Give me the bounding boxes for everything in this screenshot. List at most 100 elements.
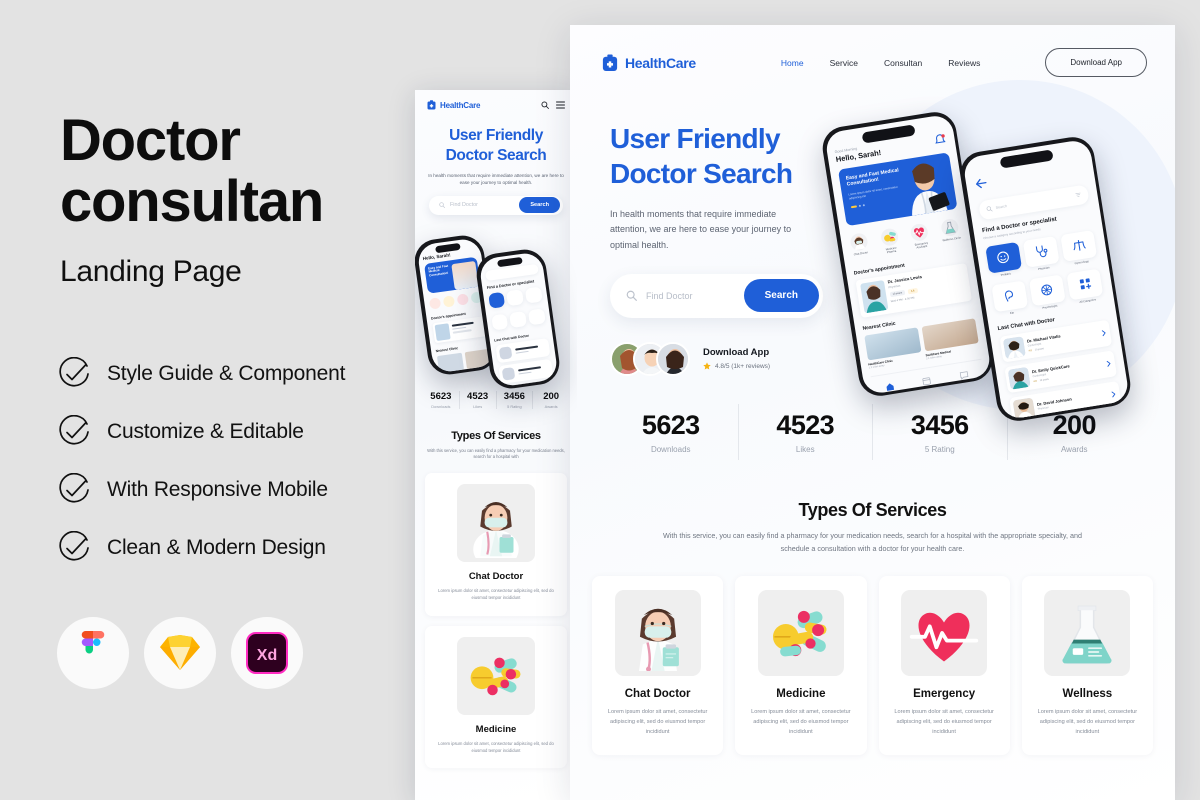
- service-title: Medicine: [776, 687, 826, 700]
- promo-title: Doctor consultan: [60, 110, 390, 233]
- navbar: HealthCare Home Service Consultan Review…: [570, 25, 1175, 77]
- back-arrow-icon[interactable]: [974, 177, 988, 190]
- phone-category-row: Chat Doctor Medicine Pharma Emergency As…: [848, 217, 963, 260]
- mobile-stat-value: 3456: [503, 390, 525, 402]
- service-card-chat-doctor[interactable]: Chat Doctor Lorem ipsum dolor sit amet, …: [592, 575, 724, 755]
- phone-search-input[interactable]: Search: [995, 193, 1075, 210]
- service-card-emergency[interactable]: Emergency Lorem ipsum dolor sit amet, co…: [878, 575, 1010, 755]
- feature-item: Clean & Modern Design: [57, 519, 417, 577]
- hamburger-menu-icon[interactable]: [556, 101, 565, 109]
- search-icon[interactable]: [541, 101, 549, 109]
- feature-label: Customize & Editable: [107, 420, 304, 443]
- mobile-stat-item: 5623 Downloads: [423, 390, 460, 409]
- mobile-mockup: HealthCare User Friendly Doctor Search I…: [415, 90, 577, 800]
- avatar: [656, 341, 690, 376]
- notification-bell-icon[interactable]: [932, 133, 947, 148]
- mobile-service-card[interactable]: Medicine Lorem ipsum dolor sit amet, con…: [425, 625, 567, 768]
- phone-category-item[interactable]: Chat Doctor: [848, 231, 872, 260]
- mobile-stat-label: 5 Rating: [507, 403, 522, 409]
- phone-category-item[interactable]: Wellness Circle: [939, 217, 963, 246]
- mobile-stat-item: 3456 5 Rating: [497, 390, 534, 409]
- phone-doctor-rating: 4.8: [1028, 348, 1033, 353]
- mobile-service-title: Chat Doctor: [468, 571, 524, 583]
- phone-promo-banner[interactable]: Easy and Fast Medical Consultation! Lore…: [837, 151, 957, 226]
- mobile-service-card[interactable]: Chat Doctor Lorem ipsum dolor sit amet, …: [425, 473, 567, 616]
- hero-search-bar[interactable]: Find Doctor Search: [610, 273, 823, 318]
- feature-label: Clean & Modern Design: [107, 536, 326, 559]
- tool-badge-sketch: [144, 617, 216, 689]
- doctor-illustration: [614, 589, 701, 676]
- stat-item-likes: 4523 Likes: [739, 403, 873, 460]
- brand-name: HealthCare: [625, 54, 696, 71]
- feature-item: Style Guide & Component: [57, 345, 417, 403]
- service-description: Lorem ipsum dolor sit amet, consectetur …: [894, 708, 994, 735]
- mobile-hero-phone-images: Hello, Sarah! Easy and Fast Medical Cons…: [415, 223, 577, 391]
- lab-flask-illustration: [1044, 589, 1131, 676]
- check-circle-icon: [57, 356, 91, 391]
- mobile-search-input[interactable]: Find Doctor: [450, 202, 519, 208]
- search-button[interactable]: Search: [743, 279, 819, 313]
- pills-illustration: [757, 589, 844, 676]
- download-app-title: Download App: [703, 347, 770, 359]
- promo-subtitle: Landing Page: [60, 254, 242, 288]
- mobile-search-bar[interactable]: Find Doctor Search: [429, 195, 563, 215]
- rating-text: 4.8/5 (1k+ reviews): [715, 362, 771, 370]
- phone-clinic-card[interactable]: HealthCare Clinic 1.2 miles away: [863, 326, 923, 369]
- stat-label: Downloads: [650, 444, 691, 454]
- nav-item-consultan[interactable]: Consultan: [884, 58, 922, 68]
- feature-list: Style Guide & Component Customize & Edit…: [57, 345, 417, 577]
- nav-item-home[interactable]: Home: [781, 58, 804, 68]
- phone-specialist-item[interactable]: Pediatric: [984, 241, 1023, 278]
- phone-tab-home[interactable]: Home: [884, 377, 896, 395]
- mobile-service-title: Medicine: [475, 723, 517, 735]
- heart-pulse-illustration: [901, 589, 988, 676]
- search-icon: [439, 202, 445, 209]
- nav-item-reviews[interactable]: Reviews: [948, 58, 980, 68]
- phone-category-label: Medicine Pharma: [885, 246, 897, 255]
- phone-specialist-item[interactable]: Physician: [1022, 235, 1061, 272]
- service-title: Wellness: [1062, 687, 1113, 700]
- search-input[interactable]: Find Doctor: [646, 291, 744, 301]
- mobile-brand[interactable]: HealthCare: [427, 100, 480, 110]
- brand-logo[interactable]: HealthCare: [602, 54, 696, 72]
- phone-tab-schedule[interactable]: Schedule: [920, 371, 933, 394]
- stat-value: 3456: [910, 409, 969, 440]
- mobile-brand-name: HealthCare: [440, 100, 481, 110]
- filter-icon[interactable]: [1074, 191, 1081, 198]
- phone-specialist-item[interactable]: Psychologist: [1028, 273, 1067, 311]
- desktop-mockup: HealthCare Home Service Consultan Review…: [570, 25, 1175, 800]
- mobile-nav-icons: [541, 101, 565, 109]
- chevron-right-icon[interactable]: [1109, 390, 1117, 398]
- phone-specialist-item[interactable]: Ear: [990, 279, 1029, 317]
- phone-clinic-card[interactable]: SwiftCare Medical 2.4 miles away: [920, 317, 980, 360]
- medical-briefcase-icon: [602, 54, 618, 71]
- phone-category-label: Emergency Assistant: [914, 241, 929, 250]
- chevron-right-icon[interactable]: [1099, 329, 1107, 337]
- mobile-stat-item: 200 Awards: [533, 391, 569, 409]
- mobile-stat-label: Awards: [544, 403, 558, 409]
- phone-category-label: Wellness Circle: [942, 235, 962, 242]
- chevron-right-icon[interactable]: [1104, 360, 1112, 368]
- nav-item-service[interactable]: Service: [830, 58, 858, 68]
- phone-category-item[interactable]: Emergency Assistant: [908, 222, 932, 251]
- service-card-wellness[interactable]: Wellness Lorem ipsum dolor sit amet, con…: [1021, 575, 1153, 755]
- phone-doctor-years: 10 years: [1034, 346, 1045, 352]
- rating-row: 4.8/5 (1k+ reviews): [703, 362, 770, 370]
- phone-category-item[interactable]: Medicine Pharma: [878, 226, 902, 256]
- check-circle-icon: [57, 472, 91, 507]
- mobile-search-button[interactable]: Search: [519, 197, 560, 214]
- mobile-stat-label: Likes: [473, 403, 483, 409]
- mobile-hero-description: In health moments that require immediate…: [428, 173, 564, 186]
- stat-value: 4523: [776, 409, 835, 440]
- phone-specialist-item[interactable]: All Categories: [1066, 267, 1104, 305]
- search-icon: [626, 290, 637, 302]
- phone-specialist-item[interactable]: Gynecology: [1060, 229, 1098, 266]
- service-card-medicine[interactable]: Medicine Lorem ipsum dolor sit amet, con…: [735, 575, 867, 755]
- mobile-stat-value: 4523: [467, 390, 489, 402]
- feature-item: With Responsive Mobile: [57, 461, 417, 519]
- download-app-button[interactable]: Download App: [1045, 48, 1147, 77]
- hero-description: In health moments that require immediate…: [610, 208, 792, 251]
- mobile-service-desc: Lorem ipsum dolor sit amet, consectetur …: [438, 588, 554, 601]
- phone-doctor-years: 10 years: [1039, 377, 1049, 382]
- mobile-stat-label: Downloads: [431, 403, 451, 409]
